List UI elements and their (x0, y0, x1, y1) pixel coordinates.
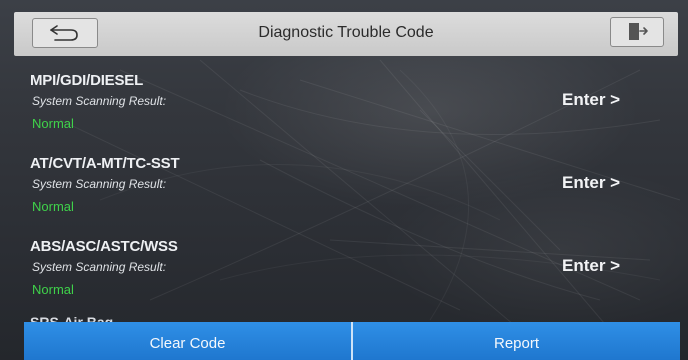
clear-code-button[interactable]: Clear Code (24, 322, 351, 360)
system-row[interactable]: ABS/ASC/ASTC/WSS System Scanning Result:… (0, 238, 688, 320)
action-bar: Clear Code Report (24, 322, 680, 360)
system-name: AT/CVT/A-MT/TC-SST (30, 155, 180, 172)
title-bar: Diagnostic Trouble Code (14, 12, 678, 56)
enter-button[interactable]: Enter > (562, 256, 620, 276)
scan-status: Normal (32, 199, 74, 214)
diagnostic-screen: Diagnostic Trouble Code MPI/GDI/DIESEL S… (0, 0, 688, 360)
system-name: ABS/ASC/ASTC/WSS (30, 238, 178, 255)
exit-door-icon (629, 23, 648, 40)
page-title: Diagnostic Trouble Code (258, 24, 434, 41)
system-row[interactable]: MPI/GDI/DIESEL System Scanning Result: N… (0, 72, 688, 154)
partial-system-name: SRS-Air Bag (30, 314, 114, 322)
report-button[interactable]: Report (353, 322, 680, 360)
exit-button[interactable] (610, 17, 664, 47)
scan-status: Normal (32, 282, 74, 297)
scan-result-label: System Scanning Result: (32, 94, 167, 108)
enter-button[interactable]: Enter > (562, 90, 620, 110)
enter-button[interactable]: Enter > (562, 173, 620, 193)
system-row[interactable]: AT/CVT/A-MT/TC-SST System Scanning Resul… (0, 155, 688, 237)
scan-status: Normal (32, 116, 74, 131)
system-name: MPI/GDI/DIESEL (30, 72, 144, 89)
scan-result-label: System Scanning Result: (32, 260, 167, 274)
scan-result-label: System Scanning Result: (32, 177, 167, 191)
